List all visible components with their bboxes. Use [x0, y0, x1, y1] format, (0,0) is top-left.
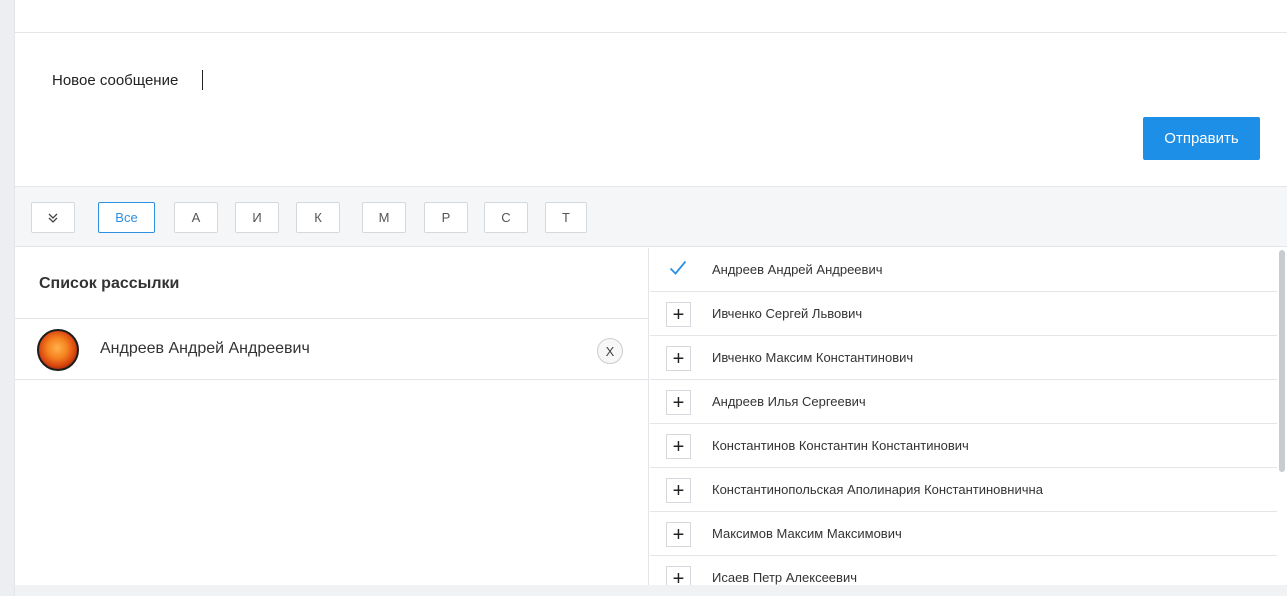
mailing-list-item-name: Андреев Андрей Андреевич — [100, 340, 310, 357]
filter-letter-r[interactable]: Р — [424, 202, 468, 233]
contacts-scrollbar[interactable] — [1277, 248, 1287, 585]
remove-recipient-button[interactable]: X — [597, 338, 623, 364]
plus-icon[interactable]: + — [666, 434, 691, 459]
contact-name: Андреев Илья Сергеевич — [712, 394, 866, 409]
avatar — [37, 329, 79, 371]
contact-name: Ивченко Максим Константинович — [712, 350, 914, 365]
contact-name: Андреев Андрей Андреевич — [712, 262, 883, 277]
double-chevron-down-icon — [48, 213, 58, 223]
scroll-thumb[interactable] — [1279, 250, 1285, 472]
send-button[interactable]: Отправить — [1143, 117, 1260, 160]
filter-letter-t[interactable]: Т — [545, 202, 587, 233]
mailing-list-item: Андреев Андрей Андреевич X — [15, 319, 649, 380]
letter-filter-bar: Все А И К М Р С Т — [15, 186, 1287, 247]
contact-row[interactable]: + Ивченко Максим Константинович — [650, 336, 1277, 380]
contact-row[interactable]: + Андреев Илья Сергеевич — [650, 380, 1277, 424]
message-composer: Новое сообщение Отправить — [15, 34, 1287, 186]
collapse-button[interactable] — [31, 202, 75, 233]
plus-icon[interactable]: + — [666, 302, 691, 327]
contact-row[interactable]: + Ивченко Сергей Львович — [650, 292, 1277, 336]
filter-letter-m[interactable]: М — [362, 202, 406, 233]
contact-name: Константинопольская Аполинария Константи… — [712, 482, 1043, 497]
contact-row[interactable]: + Константинопольская Аполинария Констан… — [650, 468, 1277, 512]
contact-name: Константинов Константин Константинович — [712, 438, 969, 453]
contacts-list: Андреев Андрей Андреевич + Ивченко Серге… — [650, 248, 1277, 585]
contact-row[interactable]: Андреев Андрей Андреевич — [650, 248, 1277, 292]
message-input[interactable]: Новое сообщение — [52, 72, 752, 94]
left-edge-bar — [0, 0, 15, 596]
filter-letter-i[interactable]: И — [235, 202, 279, 233]
top-strip — [15, 0, 1287, 33]
contact-row[interactable]: + Максимов Максим Максимович — [650, 512, 1277, 556]
plus-icon[interactable]: + — [666, 390, 691, 415]
filter-letter-k[interactable]: К — [296, 202, 340, 233]
contact-row[interactable]: + Исаев Петр Алексеевич — [650, 556, 1277, 585]
plus-icon[interactable]: + — [666, 478, 691, 503]
filter-letter-a[interactable]: А — [174, 202, 218, 233]
plus-icon[interactable]: + — [666, 522, 691, 547]
contact-row[interactable]: + Константинов Константин Константинович — [650, 424, 1277, 468]
contact-name: Ивченко Сергей Львович — [712, 306, 863, 321]
contact-name: Исаев Петр Алексеевич — [712, 570, 857, 585]
text-caret — [202, 70, 203, 90]
message-panel: Новое сообщение Отправить Все А И К М Р … — [15, 0, 1287, 585]
plus-icon[interactable]: + — [666, 566, 691, 585]
contact-name: Максимов Максим Максимович — [712, 526, 902, 541]
mailing-list-title: Список рассылки — [39, 275, 180, 292]
filter-letter-s[interactable]: С — [484, 202, 528, 233]
mailing-list: Список рассылки Андреев Андрей Андреевич… — [15, 248, 649, 585]
plus-icon[interactable]: + — [666, 346, 691, 371]
check-icon[interactable] — [669, 260, 687, 276]
filter-all[interactable]: Все — [98, 202, 155, 233]
